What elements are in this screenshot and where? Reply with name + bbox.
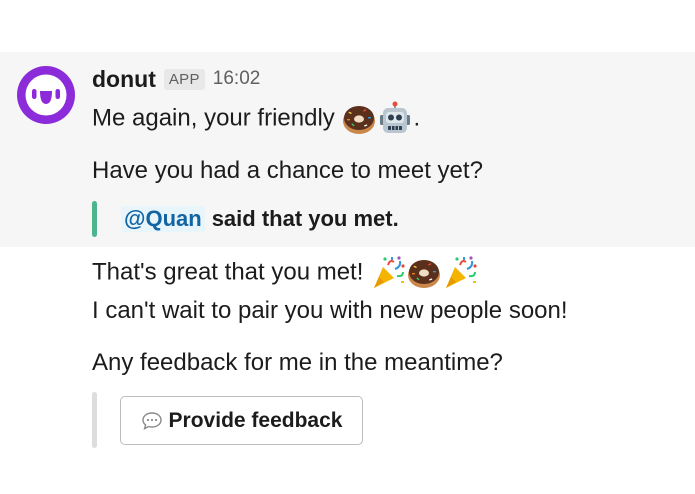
message-header: donut APP 16:02 [92,64,260,94]
robot-emoji-icon [380,101,411,133]
provide-feedback-label: Provide feedback [168,408,343,432]
action-block-bar [92,392,97,448]
followup-line-2: I can't wait to pair you with new people… [92,297,568,324]
message-line-2: Have you had a chance to meet yet? [92,157,483,184]
donut-bot-avatar-icon[interactable] [15,64,77,126]
app-badge: APP [163,68,205,90]
message-timestamp[interactable]: 16:02 [213,68,261,90]
party-popper-emoji-icon [446,256,477,288]
doughnut-emoji-icon [343,106,376,134]
message-line-1-text: Me again, your friendly [92,104,335,132]
quote-bar [92,201,97,237]
party-popper-emoji-icon [374,256,405,288]
message-line-1-end: . [413,104,421,132]
quote-text: @Quan said that you met. [121,202,399,236]
followup-line-1: That's great that you met! [92,255,478,291]
user-mention[interactable]: @Quan [121,206,205,232]
doughnut-emoji-icon [408,260,441,288]
bot-name[interactable]: donut [92,66,156,93]
speech-bubble-icon [141,411,162,430]
followup-line-3: Any feedback for me in the meantime? [92,349,503,376]
quote-body: said that you met. [211,206,399,231]
message-line-1: Me again, your friendly . [92,101,420,137]
slack-message-view: donut APP 16:02 Me again, your friendly [0,0,695,494]
followup-line-1-text: That's great that you met! [92,258,364,286]
provide-feedback-button[interactable]: Provide feedback [120,396,363,445]
